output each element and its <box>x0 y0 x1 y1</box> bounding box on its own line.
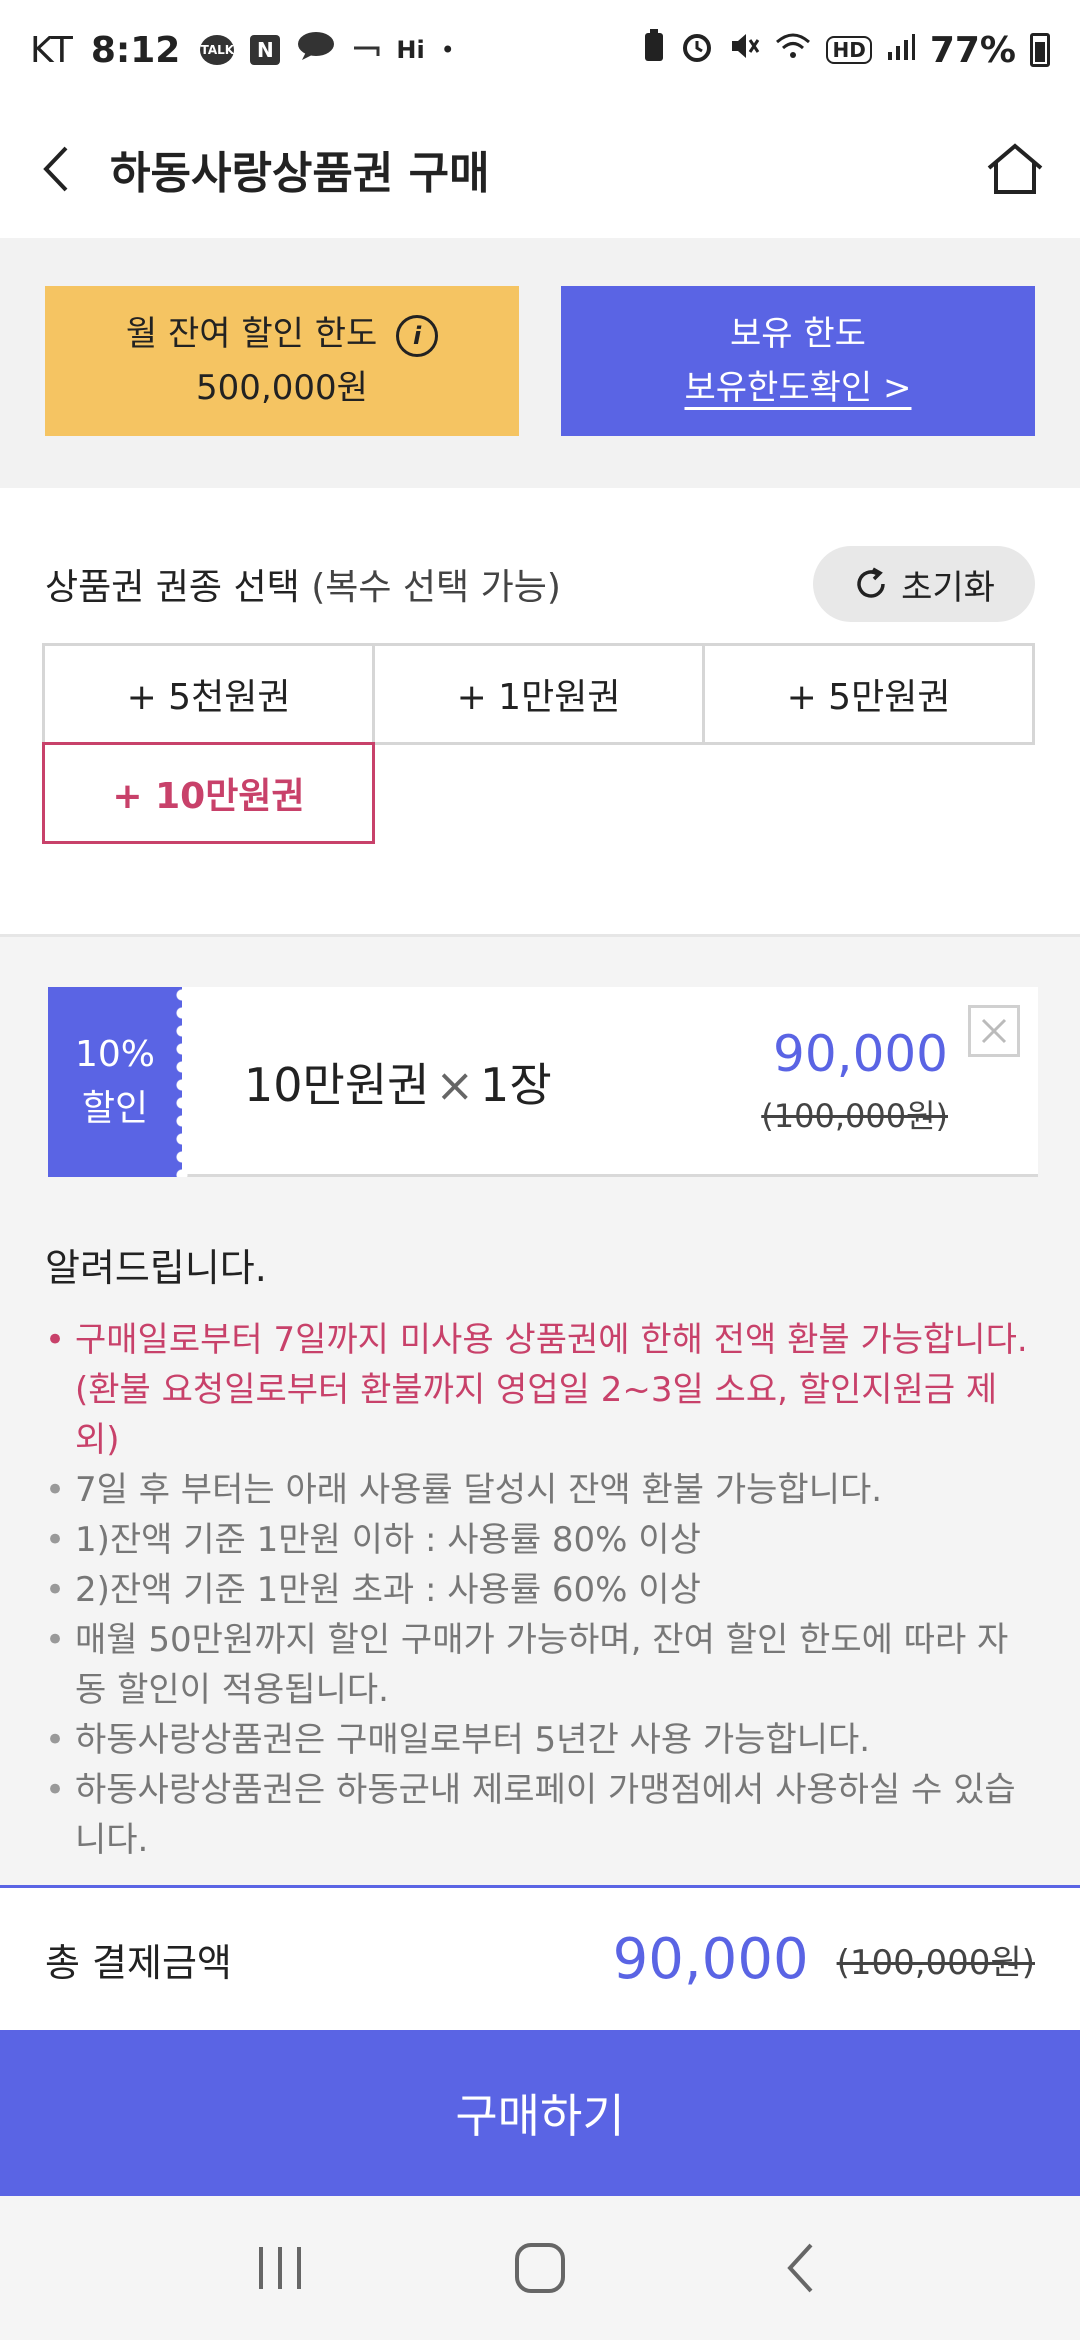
option-100000[interactable]: + 10만원권 <box>42 742 375 844</box>
option-5000[interactable]: + 5천원권 <box>42 643 375 745</box>
monthly-limit-label: 월 잔여 할인 한도 <box>125 314 378 354</box>
discount-rate: 10% <box>74 1034 155 1075</box>
hold-limit-label: 보유 한도 <box>730 314 866 354</box>
hold-limit-card[interactable]: 보유 한도 보유한도확인 > <box>561 286 1035 436</box>
selection-title-main: 상품권 권종 선택 <box>45 567 300 608</box>
notice-subitem: 1)잔액 기준 1만원 이하 : 사용률 80% 이상 <box>45 1515 1035 1565</box>
home-button[interactable] <box>980 134 1050 204</box>
buy-button[interactable]: 구매하기 <box>0 2030 1080 2196</box>
notice-item: 매월 50만원까지 할인 구매가 가능하며, 잔여 할인 한도에 따라 자동 할… <box>45 1615 1035 1715</box>
info-icon[interactable]: i <box>396 314 439 357</box>
home-icon <box>987 143 1043 194</box>
battery-saver-icon <box>642 28 666 72</box>
back-nav-button[interactable] <box>755 2223 845 2313</box>
battery-percent: 77% <box>929 29 1016 71</box>
notice-item: 하동사랑상품권은 구매일로부터 5년간 사용 가능합니다. <box>45 1715 1035 1765</box>
dot-icon: • <box>440 36 455 64</box>
back-nav-icon <box>787 2243 813 2293</box>
voucher-selection-section: 상품권 권종 선택 (복수 선택 가능) 초기화 + 5천원권 + 1만원권 +… <box>0 488 1080 936</box>
remove-item-button[interactable] <box>968 1005 1020 1057</box>
kakaotalk-icon: TALK <box>200 35 235 65</box>
status-bar: KT 8:12 TALK N Hi • HD 77% <box>0 0 1080 100</box>
clock: 8:12 <box>90 29 181 71</box>
selection-subtitle: (복수 선택 가능) <box>311 567 561 608</box>
recent-apps-button[interactable] <box>235 2223 325 2313</box>
wifi-icon <box>774 30 812 71</box>
cart-item-title: 10만원권 <box>244 1058 430 1112</box>
chevron-left-icon <box>43 146 68 192</box>
minus-icon <box>352 30 380 71</box>
home-nav-icon <box>515 2243 565 2293</box>
option-50000[interactable]: + 5만원권 <box>702 643 1035 745</box>
limits-section: 월 잔여 할인 한도 i 500,000원 보유 한도 보유한도확인 > <box>0 238 1080 488</box>
back-button[interactable] <box>30 139 80 199</box>
hold-limit-link[interactable]: 보유한도확인 > <box>685 361 912 415</box>
order-summary-section: 10% 할인 10만원권 × 1장 90,000 (100,000원) 알려드립니다… <box>0 937 1080 1887</box>
notice-item: 7일 후 부터는 아래 사용률 달성시 잔액 환불 가능합니다. <box>45 1465 1035 1515</box>
times-sign: × <box>435 1058 475 1112</box>
discount-label: 할인 <box>81 1088 149 1129</box>
alarm-icon <box>680 29 714 72</box>
app-header: 하동사랑상품권 구매 <box>0 100 1080 238</box>
cart-item: 10% 할인 10만원권 × 1장 90,000 (100,000원) <box>48 987 1038 1177</box>
signal-icon <box>886 30 916 71</box>
page-title: 하동사랑상품권 구매 <box>110 148 490 199</box>
carrier-label: KT <box>30 29 73 71</box>
selection-title: 상품권 권종 선택 (복수 선택 가능) <box>45 558 561 610</box>
monthly-limit-card: 월 잔여 할인 한도 i 500,000원 <box>45 286 519 436</box>
battery-icon <box>1030 33 1050 67</box>
chat-bubble-icon <box>296 30 336 71</box>
cart-item-price: 90,000 <box>773 1025 948 1083</box>
close-icon <box>981 1018 1007 1044</box>
total-label: 총 결제금액 <box>45 1940 232 1985</box>
reset-button[interactable]: 초기화 <box>813 546 1035 622</box>
notice-list: 구매일로부터 7일까지 미사용 상품권에 한해 전액 환불 가능합니다.(환불 … <box>45 1315 1035 1865</box>
notice-title: 알려드립니다. <box>45 1246 267 1290</box>
home-nav-button[interactable] <box>495 2223 585 2313</box>
hd-icon: HD <box>826 36 872 64</box>
cart-item-original-price: (100,000원) <box>761 1097 948 1135</box>
notice-item: 하동사랑상품권은 하동군내 제로페이 가맹점에서 사용하실 수 있습니다. <box>45 1765 1035 1865</box>
cart-item-name: 10만원권 × 1장 <box>244 1049 552 1115</box>
discount-badge: 10% 할인 <box>48 987 188 1177</box>
naver-icon: N <box>250 35 281 65</box>
hi-icon: Hi <box>396 36 425 64</box>
total-bar: 총 결제금액 90,000 (100,000원) <box>0 1888 1080 2030</box>
system-nav-bar <box>0 2196 1080 2340</box>
notice-item: 구매일로부터 7일까지 미사용 상품권에 한해 전액 환불 가능합니다.(환불 … <box>45 1315 1035 1465</box>
system-icons: HD 77% <box>642 28 1050 72</box>
total-price: 90,000 <box>612 1926 809 1992</box>
cart-item-qty: 1장 <box>480 1058 552 1112</box>
total-original-price: (100,000원) <box>836 1942 1035 1983</box>
refresh-icon <box>857 567 885 598</box>
recent-apps-icon <box>259 2247 301 2289</box>
option-10000[interactable]: + 1만원권 <box>372 643 705 745</box>
mute-icon <box>728 30 760 71</box>
notification-icons: TALK N Hi • <box>200 30 455 71</box>
reset-label: 초기화 <box>901 567 995 608</box>
notice-subitem: 2)잔액 기준 1만원 초과 : 사용률 60% 이상 <box>45 1565 1035 1615</box>
monthly-limit-value: 500,000원 <box>196 368 368 408</box>
